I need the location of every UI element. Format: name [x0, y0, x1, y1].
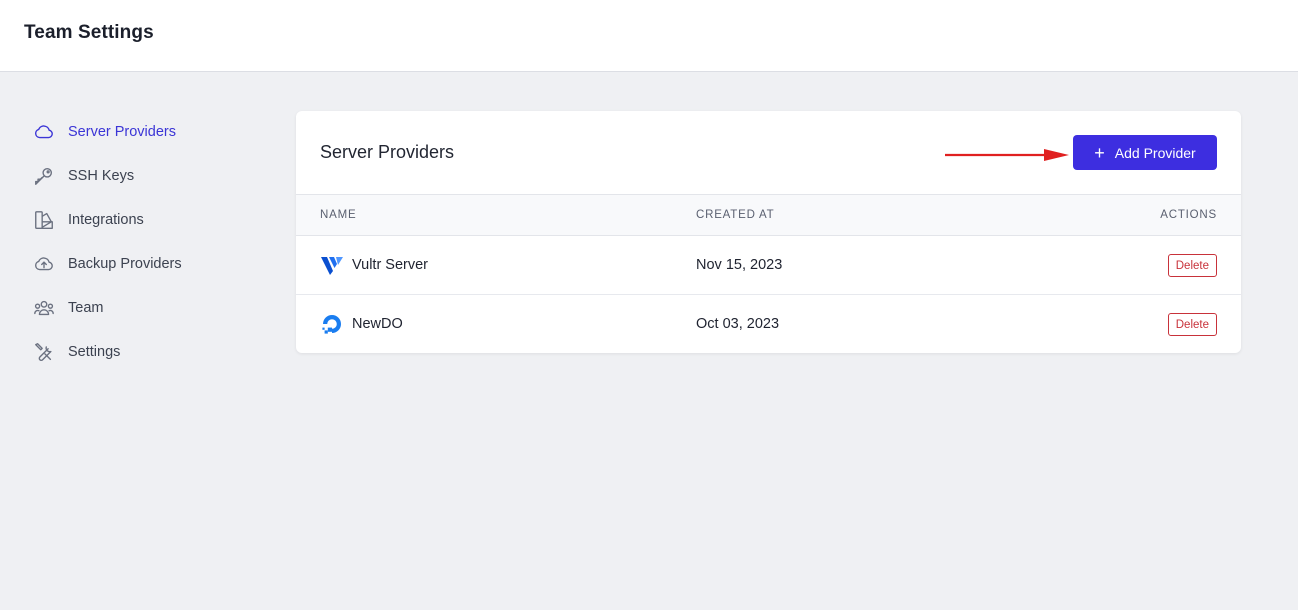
delete-button[interactable]: Delete: [1167, 254, 1217, 277]
top-header: Team Settings: [0, 0, 1298, 72]
column-header-created-at: CREATED AT: [696, 209, 775, 221]
digitalocean-logo-icon: [322, 315, 341, 334]
annotation-arrow-icon: [945, 149, 1069, 161]
sidebar-item-server-providers[interactable]: Server Providers: [32, 110, 262, 154]
sidebar-item-label: Integrations: [68, 212, 144, 228]
add-provider-button[interactable]: + Add Provider: [1073, 135, 1217, 170]
sidebar-item-label: Server Providers: [68, 124, 176, 140]
sidebar-item-settings[interactable]: Settings: [32, 330, 262, 374]
cloud-upload-icon: [32, 252, 56, 276]
sidebar-item-label: Team: [68, 300, 104, 316]
table-header: NAME CREATED AT ACTIONS: [296, 195, 1241, 236]
delete-button[interactable]: Delete: [1167, 313, 1217, 336]
sidebar-item-backup-providers[interactable]: Backup Providers: [32, 242, 262, 286]
column-header-name: NAME: [320, 209, 357, 221]
column-header-actions: ACTIONS: [1160, 209, 1217, 221]
sidebar-item-ssh-keys[interactable]: SSH Keys: [32, 154, 262, 198]
provider-name: NewDO: [352, 316, 403, 332]
key-icon: [32, 164, 56, 188]
server-providers-card: Server Providers + Add Provider NAME CRE…: [296, 111, 1241, 353]
page-title: Team Settings: [24, 22, 154, 43]
sidebar-item-team[interactable]: Team: [32, 286, 262, 330]
plus-icon: +: [1094, 142, 1105, 163]
integrations-icon: [32, 208, 56, 232]
sidebar-item-label: Settings: [68, 344, 121, 360]
card-header: Server Providers + Add Provider: [296, 111, 1241, 195]
created-at: Oct 03, 2023: [696, 316, 780, 332]
add-provider-label: Add Provider: [1114, 144, 1196, 161]
tools-icon: [32, 340, 56, 364]
table-row: NewDO Oct 03, 2023 Delete: [296, 295, 1241, 353]
settings-sidebar: Server Providers SSH Keys Integrations B…: [32, 110, 262, 374]
cloud-icon: [32, 120, 56, 144]
sidebar-item-integrations[interactable]: Integrations: [32, 198, 262, 242]
created-at: Nov 15, 2023: [696, 257, 783, 273]
sidebar-item-label: SSH Keys: [68, 168, 135, 184]
sidebar-item-label: Backup Providers: [68, 256, 182, 272]
users-icon: [32, 296, 56, 320]
vultr-logo-icon: [321, 257, 343, 275]
card-title: Server Providers: [320, 142, 455, 162]
table-row: Vultr Server Nov 15, 2023 Delete: [296, 236, 1241, 295]
provider-name: Vultr Server: [352, 257, 429, 273]
